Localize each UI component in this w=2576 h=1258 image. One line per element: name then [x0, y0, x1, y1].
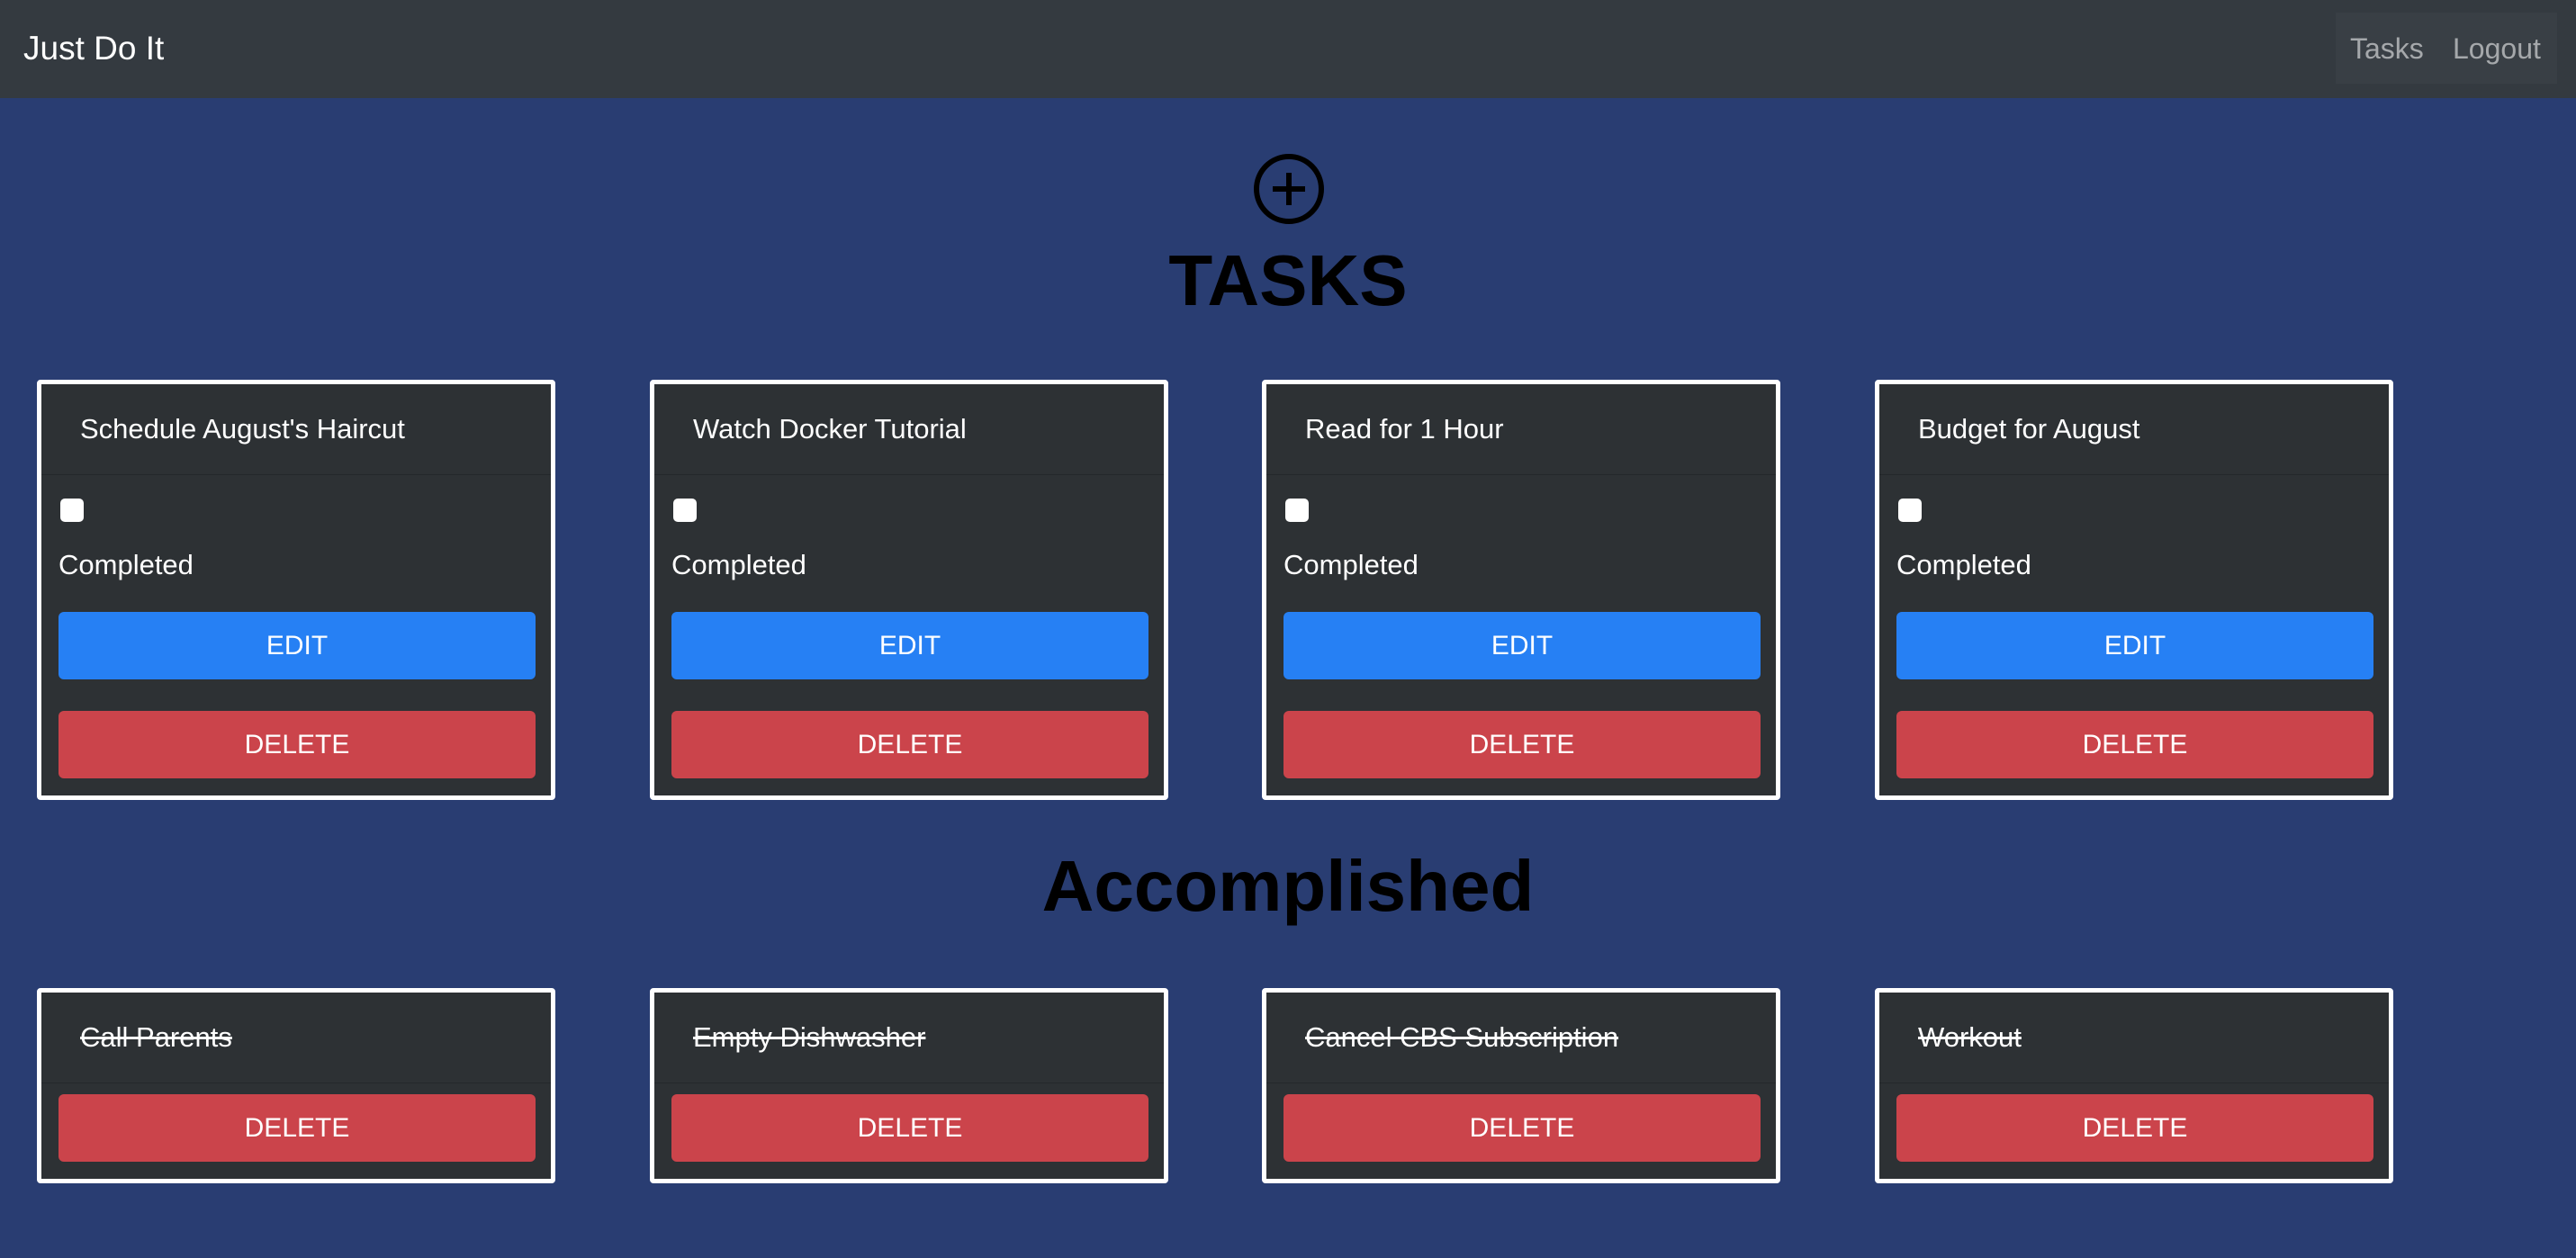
tasks-heading: TASKS: [1168, 240, 1408, 320]
delete-button[interactable]: DELETE: [1283, 711, 1761, 778]
task-title: Watch Docker Tutorial: [693, 413, 967, 445]
card-header: Budget for August: [1879, 384, 2389, 475]
brand-link[interactable]: Just Do It: [23, 25, 164, 72]
completed-label: Completed: [59, 549, 194, 580]
card-header: Call Parents: [41, 993, 551, 1083]
task-title: Read for 1 Hour: [1305, 413, 1504, 445]
edit-button[interactable]: EDIT: [1896, 612, 2373, 679]
delete-button[interactable]: DELETE: [671, 1094, 1148, 1162]
delete-button[interactable]: DELETE: [671, 711, 1148, 778]
plus-circle-icon[interactable]: [1253, 153, 1325, 225]
task-card: Budget for August Completed EDIT DELETE: [1875, 380, 2393, 800]
task-card: Read for 1 Hour Completed EDIT DELETE: [1262, 380, 1780, 800]
completed-checkbox[interactable]: [1898, 499, 1922, 522]
accomplished-card: Empty Dishwasher DELETE: [650, 988, 1168, 1183]
accomplished-title: Empty Dishwasher: [693, 1021, 926, 1053]
task-title: Budget for August: [1918, 413, 2140, 445]
delete-button[interactable]: DELETE: [59, 711, 536, 778]
nav-link-logout[interactable]: Logout: [2453, 31, 2541, 67]
completed-checkbox[interactable]: [673, 499, 697, 522]
completed-label: Completed: [671, 549, 806, 580]
accomplished-heading: Accomplished: [1041, 846, 1535, 926]
delete-button[interactable]: DELETE: [59, 1094, 536, 1162]
edit-button[interactable]: EDIT: [671, 612, 1148, 679]
completed-label: Completed: [1896, 549, 2031, 580]
card-header: Schedule August's Haircut: [41, 384, 551, 475]
nav-link-tasks[interactable]: Tasks: [2350, 31, 2424, 67]
accomplished-card: Call Parents DELETE: [37, 988, 555, 1183]
accomplished-card: Workout DELETE: [1875, 988, 2393, 1183]
edit-button[interactable]: EDIT: [1283, 612, 1761, 679]
card-header: Workout: [1879, 993, 2389, 1083]
delete-button[interactable]: DELETE: [1283, 1094, 1761, 1162]
delete-button[interactable]: DELETE: [1896, 711, 2373, 778]
task-title: Schedule August's Haircut: [80, 413, 405, 445]
task-card: Watch Docker Tutorial Completed EDIT DEL…: [650, 380, 1168, 800]
card-header: Empty Dishwasher: [654, 993, 1164, 1083]
card-header: Read for 1 Hour: [1266, 384, 1776, 475]
accomplished-title: Cancel CBS Subscription: [1305, 1021, 1619, 1053]
accomplished-card: Cancel CBS Subscription DELETE: [1262, 988, 1780, 1183]
nav-links: Tasks Logout: [2336, 13, 2557, 84]
completed-checkbox[interactable]: [60, 499, 84, 522]
accomplished-title: Workout: [1918, 1021, 2022, 1053]
task-card: Schedule August's Haircut Completed EDIT…: [37, 380, 555, 800]
accomplished-title: Call Parents: [80, 1021, 232, 1053]
card-header: Cancel CBS Subscription: [1266, 993, 1776, 1083]
completed-label: Completed: [1283, 549, 1419, 580]
delete-button[interactable]: DELETE: [1896, 1094, 2373, 1162]
navbar: Just Do It Tasks Logout: [0, 0, 2576, 98]
completed-checkbox[interactable]: [1285, 499, 1309, 522]
edit-button[interactable]: EDIT: [59, 612, 536, 679]
card-header: Watch Docker Tutorial: [654, 384, 1164, 475]
